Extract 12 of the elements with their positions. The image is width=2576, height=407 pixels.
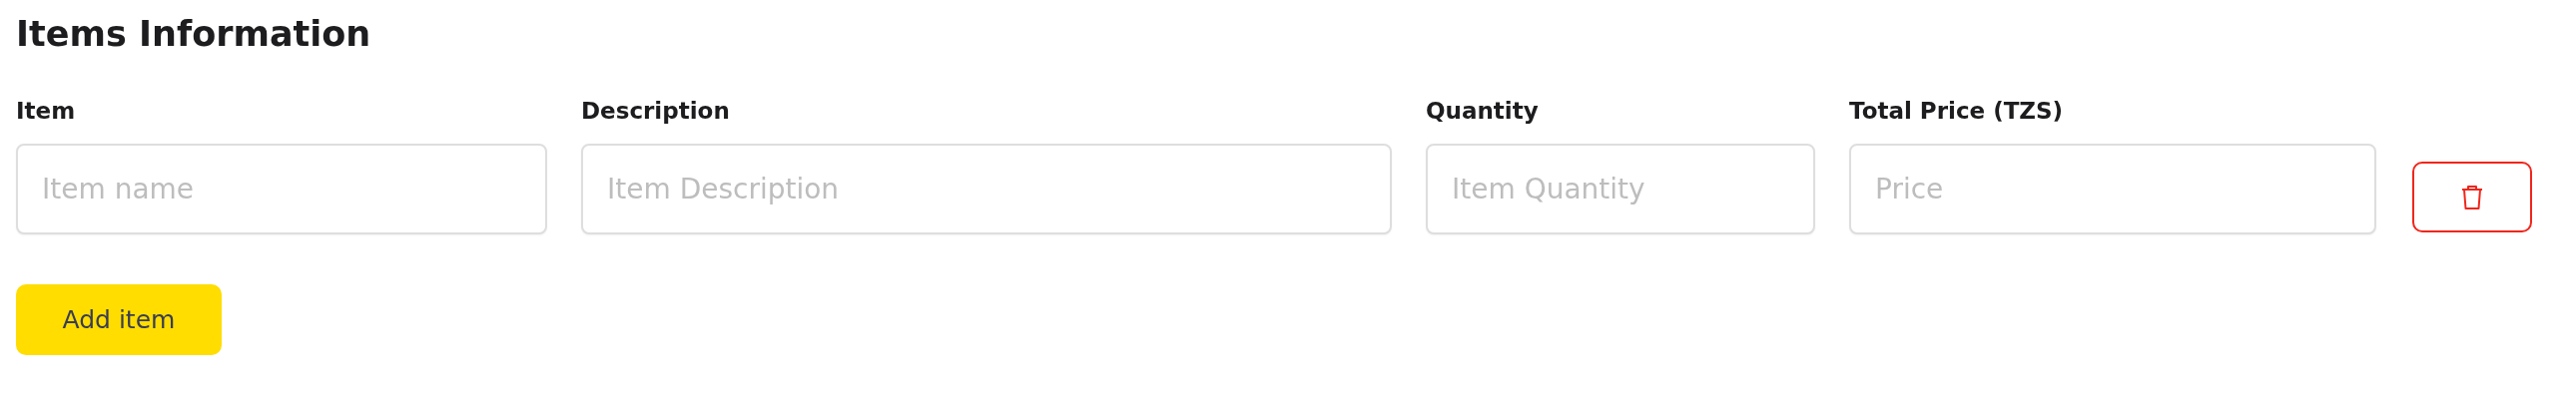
field-label: Quantity — [1426, 97, 1540, 126]
input-field[interactable]: Item name — [16, 144, 547, 234]
input-field[interactable]: Price — [1849, 144, 2376, 234]
add-item-button[interactable]: Add item — [16, 284, 222, 355]
input-field[interactable]: Item Description — [581, 144, 1392, 234]
delete-button[interactable] — [2412, 162, 2532, 232]
field-label: Item — [16, 97, 77, 126]
section-title: Items Information — [16, 13, 372, 56]
field-label: Description — [581, 97, 731, 126]
input-field[interactable]: Item Quantity — [1426, 144, 1815, 234]
field-label: Total Price (TZS) — [1849, 97, 2065, 126]
trash-icon — [2461, 184, 2483, 210]
